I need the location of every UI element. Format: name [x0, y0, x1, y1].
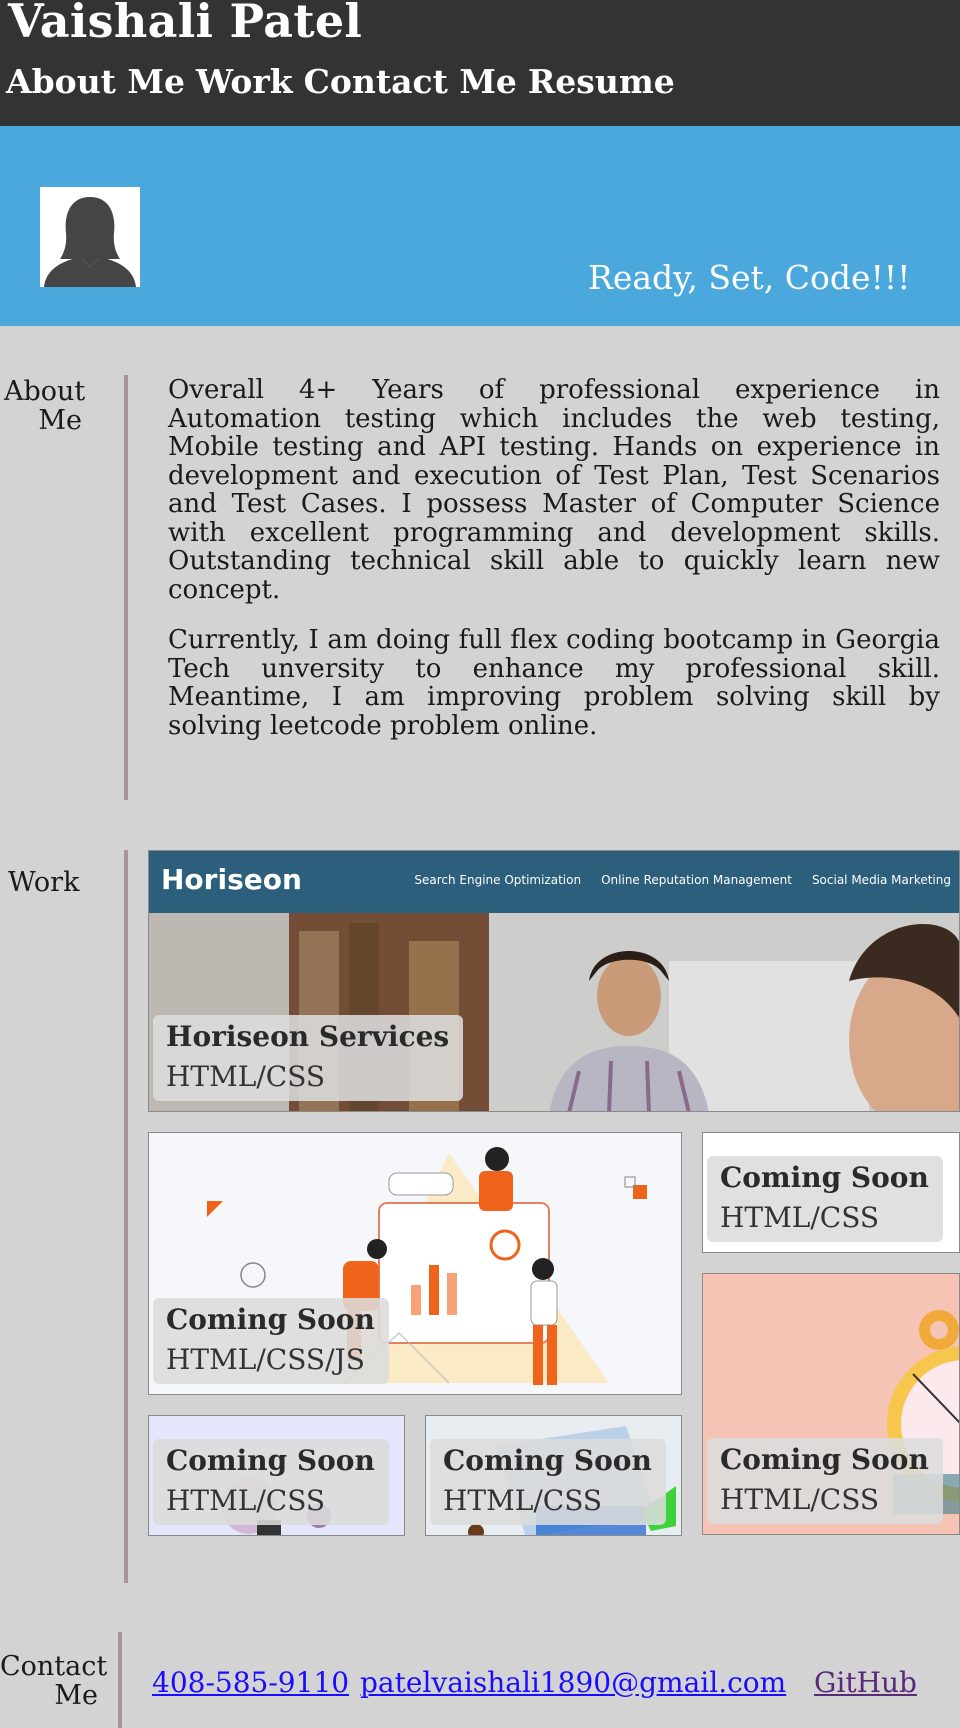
project-tech: HTML/CSS: [720, 1201, 880, 1234]
project-caption: Coming Soon HTML/CSS: [153, 1439, 389, 1525]
horiseon-link: Online Reputation Management: [601, 873, 792, 887]
project-card-3[interactable]: Coming Soon HTML/CSS: [702, 1132, 960, 1253]
project-tech: HTML/CSS/JS: [166, 1343, 365, 1376]
horiseon-link: Social Media Marketing: [811, 873, 951, 887]
person-silhouette-icon: [40, 187, 140, 287]
about-divider: [124, 375, 128, 800]
project-tech: HTML/CSS: [443, 1484, 603, 1517]
horiseon-link: Search Engine Optimization: [414, 873, 582, 887]
project-caption: Coming Soon HTML/CSS/JS: [153, 1298, 389, 1384]
project-caption: Coming Soon HTML/CSS: [430, 1439, 666, 1525]
work-label: Work: [8, 867, 80, 898]
main-nav: About Me Work Contact Me Resume: [6, 62, 675, 101]
project-caption: Horiseon Services HTML/CSS: [153, 1015, 464, 1101]
project-tech: HTML/CSS: [166, 1484, 326, 1517]
project-caption: Coming Soon HTML/CSS: [707, 1156, 943, 1242]
project-card-4[interactable]: Coming Soon HTML/CSS: [702, 1273, 960, 1535]
hero-tagline: Ready, Set, Code!!!: [588, 258, 911, 297]
project-title: Coming Soon: [166, 1303, 375, 1336]
contact-label-line2: Me: [54, 1680, 98, 1711]
nav-contact-me[interactable]: Contact Me: [304, 62, 517, 101]
project-tech: HTML/CSS: [166, 1060, 326, 1093]
profile-avatar: [40, 187, 140, 287]
project-card-6[interactable]: Coming Soon HTML/CSS: [425, 1415, 682, 1536]
about-paragraph: Overall 4+ Years of professional experie…: [168, 375, 940, 605]
project-tech: HTML/CSS: [720, 1483, 880, 1516]
project-title: Horiseon Services: [166, 1020, 450, 1053]
contact-divider: [118, 1632, 122, 1728]
about-label: About Me: [4, 376, 86, 436]
about-paragraph: Currently, I am doing full flex coding b…: [168, 625, 940, 741]
site-header: Vaishali Patel About Me Work Contact Me …: [0, 0, 960, 126]
email-link[interactable]: patelvaishali1890@gmail.com: [360, 1666, 786, 1699]
about-text: Overall 4+ Years of professional experie…: [168, 376, 940, 762]
project-card-5[interactable]: Coming Soon HTML/CSS: [148, 1415, 405, 1536]
about-label-line2: Me: [38, 405, 82, 436]
contact-label-line1: Contact: [0, 1651, 108, 1682]
contact-label: Contact Me: [0, 1651, 108, 1711]
about-label-line1: About: [4, 376, 86, 407]
nav-work[interactable]: Work: [196, 62, 293, 101]
hero-banner: Ready, Set, Code!!!: [0, 126, 960, 326]
project-title: Coming Soon: [720, 1443, 929, 1476]
project-card-horiseon[interactable]: Horiseon Search Engine Optimization Onli…: [148, 850, 960, 1112]
site-title: Vaishali Patel: [8, 0, 363, 48]
project-title: Coming Soon: [443, 1444, 652, 1477]
horiseon-logo: Horiseon: [161, 863, 302, 896]
project-caption: Coming Soon HTML/CSS: [707, 1438, 943, 1524]
project-title: Coming Soon: [166, 1444, 375, 1477]
project-card-2[interactable]: Coming Soon HTML/CSS/JS: [148, 1132, 682, 1395]
horiseon-links: Search Engine Optimization Online Reputa…: [414, 873, 951, 887]
work-divider: [124, 850, 128, 1583]
horiseon-navbar: Horiseon Search Engine Optimization Onli…: [149, 851, 959, 913]
nav-resume[interactable]: Resume: [528, 62, 675, 101]
project-title: Coming Soon: [720, 1161, 929, 1194]
github-link[interactable]: GitHub: [814, 1666, 917, 1699]
nav-about-me[interactable]: About Me: [6, 62, 185, 101]
phone-link[interactable]: 408-585-9110: [152, 1666, 349, 1699]
